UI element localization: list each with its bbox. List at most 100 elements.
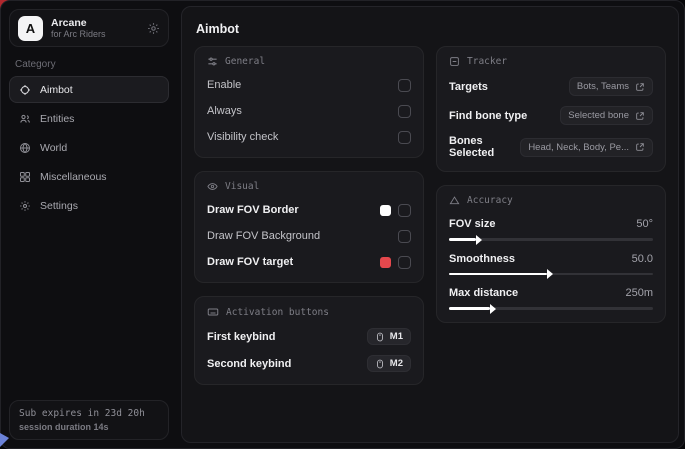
sidebar: A Arcane for Arc Riders Category bbox=[1, 1, 177, 448]
general-card: General Enable Always Visibility check bbox=[194, 46, 424, 158]
max-distance-value: 250m bbox=[625, 287, 653, 299]
fov-size-value: 50° bbox=[636, 218, 653, 230]
sub-expiry-text: Sub expires in 23d 20h bbox=[19, 408, 159, 419]
card-title: General bbox=[225, 56, 265, 67]
globe-icon bbox=[19, 142, 31, 154]
session-duration-text: session duration 14s bbox=[19, 422, 159, 432]
eye-icon bbox=[207, 181, 218, 192]
setting-label: Targets bbox=[449, 81, 488, 93]
page-title: Aimbot bbox=[182, 7, 678, 46]
entities-icon bbox=[19, 113, 31, 125]
card-title: Tracker bbox=[467, 56, 507, 67]
sidebar-item-aimbot[interactable]: Aimbot bbox=[9, 76, 169, 103]
accuracy-card: Accuracy FOV size 50° Smoothnes bbox=[436, 185, 666, 323]
visibility-check-checkbox[interactable] bbox=[398, 131, 411, 144]
expand-icon bbox=[635, 142, 645, 152]
left-column: General Enable Always Visibility check bbox=[194, 46, 424, 385]
setting-label: Find bone type bbox=[449, 110, 527, 122]
setting-row: Find bone type Selected bone bbox=[449, 106, 653, 125]
subscription-card: Sub expires in 23d 20h session duration … bbox=[9, 400, 169, 440]
grid-icon bbox=[19, 171, 31, 183]
expand-icon bbox=[635, 82, 645, 92]
setting-row: Enable bbox=[207, 77, 411, 93]
setting-row: Smoothness 50.0 bbox=[449, 251, 653, 267]
setting-label: Smoothness bbox=[449, 253, 515, 265]
sidebar-item-label: Entities bbox=[40, 113, 74, 125]
setting-row: Max distance 250m bbox=[449, 285, 653, 301]
sidebar-item-miscellaneous[interactable]: Miscellaneous bbox=[9, 163, 169, 190]
setting-row: Draw FOV Background bbox=[207, 228, 411, 244]
setting-row: Visibility check bbox=[207, 129, 411, 145]
desktop: A Arcane for Arc Riders Category bbox=[0, 0, 685, 449]
mouse-icon bbox=[375, 359, 385, 369]
second-keybind-button[interactable]: M2 bbox=[367, 355, 411, 372]
setting-label: Draw FOV target bbox=[207, 256, 293, 268]
slider-fill bbox=[449, 273, 547, 276]
bones-selected-dropdown[interactable]: Head, Neck, Body, Pe... bbox=[520, 138, 653, 157]
setting-label: First keybind bbox=[207, 331, 275, 343]
targets-dropdown[interactable]: Bots, Teams bbox=[569, 77, 653, 96]
slider-fill bbox=[449, 307, 490, 310]
enable-checkbox[interactable] bbox=[398, 79, 411, 92]
sidebar-item-settings[interactable]: Settings bbox=[9, 192, 169, 219]
setting-row: First keybind M1 bbox=[207, 328, 411, 345]
setting-label: Second keybind bbox=[207, 358, 291, 370]
app-window: A Arcane for Arc Riders Category bbox=[0, 0, 685, 449]
right-column: Tracker Targets Bots, Teams bbox=[436, 46, 666, 323]
draw-fov-background-checkbox[interactable] bbox=[398, 230, 411, 243]
category-label: Category bbox=[15, 59, 163, 70]
draw-fov-target-checkbox[interactable] bbox=[398, 256, 411, 269]
setting-row: FOV size 50° bbox=[449, 216, 653, 232]
setting-row: Draw FOV target bbox=[207, 254, 411, 270]
sidebar-item-world[interactable]: World bbox=[9, 134, 169, 161]
keybind-value: M1 bbox=[390, 331, 403, 342]
setting-row: Bones Selected Head, Neck, Body, Pe... bbox=[449, 135, 653, 159]
main-panel: Aimbot General bbox=[181, 6, 679, 443]
setting-row: Always bbox=[207, 103, 411, 119]
brand-name: Arcane bbox=[51, 17, 139, 29]
dropdown-value: Head, Neck, Body, Pe... bbox=[528, 142, 629, 153]
brand-subtitle: for Arc Riders bbox=[51, 29, 139, 39]
setting-row: Second keybind M2 bbox=[207, 355, 411, 372]
first-keybind-button[interactable]: M1 bbox=[367, 328, 411, 345]
draw-fov-border-checkbox[interactable] bbox=[398, 204, 411, 217]
setting-label: Enable bbox=[207, 79, 241, 91]
fov-target-color-swatch[interactable] bbox=[380, 257, 391, 268]
keyboard-icon bbox=[207, 306, 219, 318]
setting-label: FOV size bbox=[449, 218, 495, 230]
sidebar-item-label: Miscellaneous bbox=[40, 171, 107, 183]
setting-label: Max distance bbox=[449, 287, 518, 299]
card-title: Visual bbox=[225, 181, 259, 192]
visual-card: Visual Draw FOV Border Draw FOV Backgrou… bbox=[194, 171, 424, 283]
setting-label: Draw FOV Border bbox=[207, 204, 299, 216]
tracker-card: Tracker Targets Bots, Teams bbox=[436, 46, 666, 172]
always-checkbox[interactable] bbox=[398, 105, 411, 118]
brand-logo: A bbox=[18, 16, 43, 41]
brand-card: A Arcane for Arc Riders bbox=[9, 9, 169, 47]
gear-icon[interactable] bbox=[147, 22, 160, 35]
sidebar-item-label: Settings bbox=[40, 200, 78, 212]
sidebar-item-entities[interactable]: Entities bbox=[9, 105, 169, 132]
fov-size-slider[interactable] bbox=[449, 238, 653, 241]
sidebar-nav: Aimbot Entities bbox=[9, 76, 169, 219]
find-bone-type-dropdown[interactable]: Selected bone bbox=[560, 106, 653, 125]
setting-label: Bones Selected bbox=[449, 135, 520, 159]
smoothness-value: 50.0 bbox=[632, 253, 653, 265]
keybind-value: M2 bbox=[390, 358, 403, 369]
card-title: Activation buttons bbox=[226, 307, 329, 318]
setting-row: Targets Bots, Teams bbox=[449, 77, 653, 96]
max-distance-slider[interactable] bbox=[449, 307, 653, 310]
smoothness-slider[interactable] bbox=[449, 273, 653, 276]
dropdown-value: Bots, Teams bbox=[577, 81, 629, 92]
mouse-cursor bbox=[0, 433, 9, 447]
card-title: Accuracy bbox=[467, 195, 513, 206]
slider-fill bbox=[449, 238, 476, 241]
tracker-icon bbox=[449, 56, 460, 67]
setting-label: Draw FOV Background bbox=[207, 230, 320, 242]
sidebar-item-label: Aimbot bbox=[40, 84, 73, 96]
fov-border-color-swatch[interactable] bbox=[380, 205, 391, 216]
setting-label: Always bbox=[207, 105, 242, 117]
sidebar-item-label: World bbox=[40, 142, 67, 154]
triangle-icon bbox=[449, 195, 460, 206]
activation-card: Activation buttons First keybind M1 bbox=[194, 296, 424, 385]
